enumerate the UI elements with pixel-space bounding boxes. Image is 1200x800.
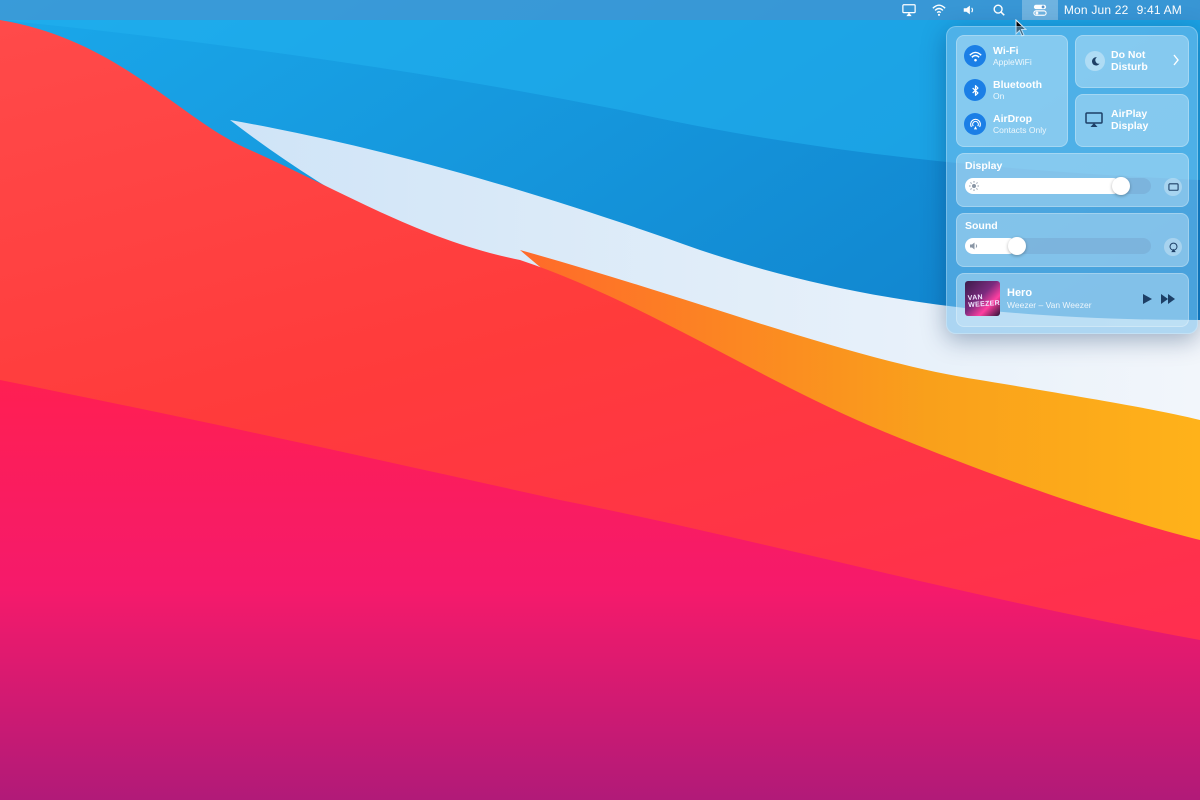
wifi-network-name: AppleWiFi (993, 57, 1032, 67)
brightness-slider-knob[interactable] (1112, 177, 1131, 195)
menubar-date: Mon Jun 22 (1063, 3, 1129, 17)
airplay-icon[interactable] (894, 0, 924, 20)
dnd-label: Do Not Disturb (1111, 49, 1148, 73)
volume-slider-knob[interactable] (1008, 237, 1027, 255)
volume-slider[interactable] (965, 237, 1151, 255)
brightness-slider[interactable] (965, 177, 1151, 195)
chevron-right-icon[interactable] (1172, 54, 1180, 66)
connectivity-tile: Wi-Fi AppleWiFi Bluetooth On AirDrop Con… (956, 35, 1068, 147)
dnd-label-line1: Do Not (1111, 49, 1146, 61)
audio-output-button[interactable] (1164, 238, 1182, 256)
airdrop-status: Contacts Only (993, 125, 1047, 135)
bluetooth-label: Bluetooth (993, 79, 1042, 91)
wifi-icon[interactable] (964, 45, 986, 67)
album-art-text: VAN WEEZER (967, 294, 1000, 310)
control-center-panel: Wi-Fi AppleWiFi Bluetooth On AirDrop Con… (946, 26, 1198, 334)
track-title: Hero (1007, 287, 1033, 299)
search-icon[interactable] (984, 0, 1014, 20)
fast-forward-icon[interactable] (1160, 293, 1176, 305)
display-monitor-icon (1167, 182, 1179, 191)
bluetooth-status: On (993, 91, 1005, 101)
play-icon[interactable] (1141, 293, 1153, 305)
display-settings-button[interactable] (1164, 178, 1182, 196)
bluetooth-icon[interactable] (964, 79, 986, 101)
now-playing-tile: VAN WEEZER Hero Weezer – Van Weezer (956, 273, 1189, 327)
menubar-time: 9:41 AM (1136, 3, 1182, 17)
wifi-icon[interactable] (924, 0, 954, 20)
airplay-audio-icon (1169, 242, 1177, 252)
album-art[interactable]: VAN WEEZER (965, 281, 1000, 316)
menubar-clock[interactable]: Mon Jun 22 9:41 AM (1064, 3, 1182, 17)
speaker-icon (970, 242, 978, 250)
display-tile: Display (956, 153, 1189, 207)
volume-icon[interactable] (954, 0, 984, 20)
dnd-label-line2: Disturb (1111, 61, 1148, 73)
airplay-label-line2: Display (1111, 120, 1149, 132)
track-artist-album: Weezer – Van Weezer (1007, 300, 1092, 310)
sound-tile: Sound (956, 213, 1189, 267)
wifi-toggle[interactable]: Wi-Fi AppleWiFi (964, 45, 1032, 67)
airplay-display-tile[interactable]: AirPlay Display (1075, 94, 1189, 147)
do-not-disturb-tile[interactable]: Do Not Disturb (1075, 35, 1189, 88)
airdrop-toggle[interactable]: AirDrop Contacts Only (964, 113, 1046, 135)
sun-icon (969, 181, 979, 191)
airdrop-icon[interactable] (964, 113, 986, 135)
moon-icon (1085, 51, 1105, 71)
display-label: Display (965, 160, 1003, 172)
bluetooth-toggle[interactable]: Bluetooth On (964, 79, 1042, 101)
airplay-label-line1: AirPlay (1111, 108, 1148, 120)
sound-label: Sound (965, 220, 998, 232)
wifi-label: Wi-Fi (993, 45, 1019, 57)
airdrop-label: AirDrop (993, 113, 1033, 125)
brightness-slider-fill (965, 178, 1122, 194)
airplay-display-icon (1085, 112, 1103, 127)
menu-bar: Mon Jun 22 9:41 AM (0, 0, 1200, 20)
airplay-label: AirPlay Display (1111, 108, 1148, 132)
control-center-icon[interactable] (1021, 0, 1058, 20)
